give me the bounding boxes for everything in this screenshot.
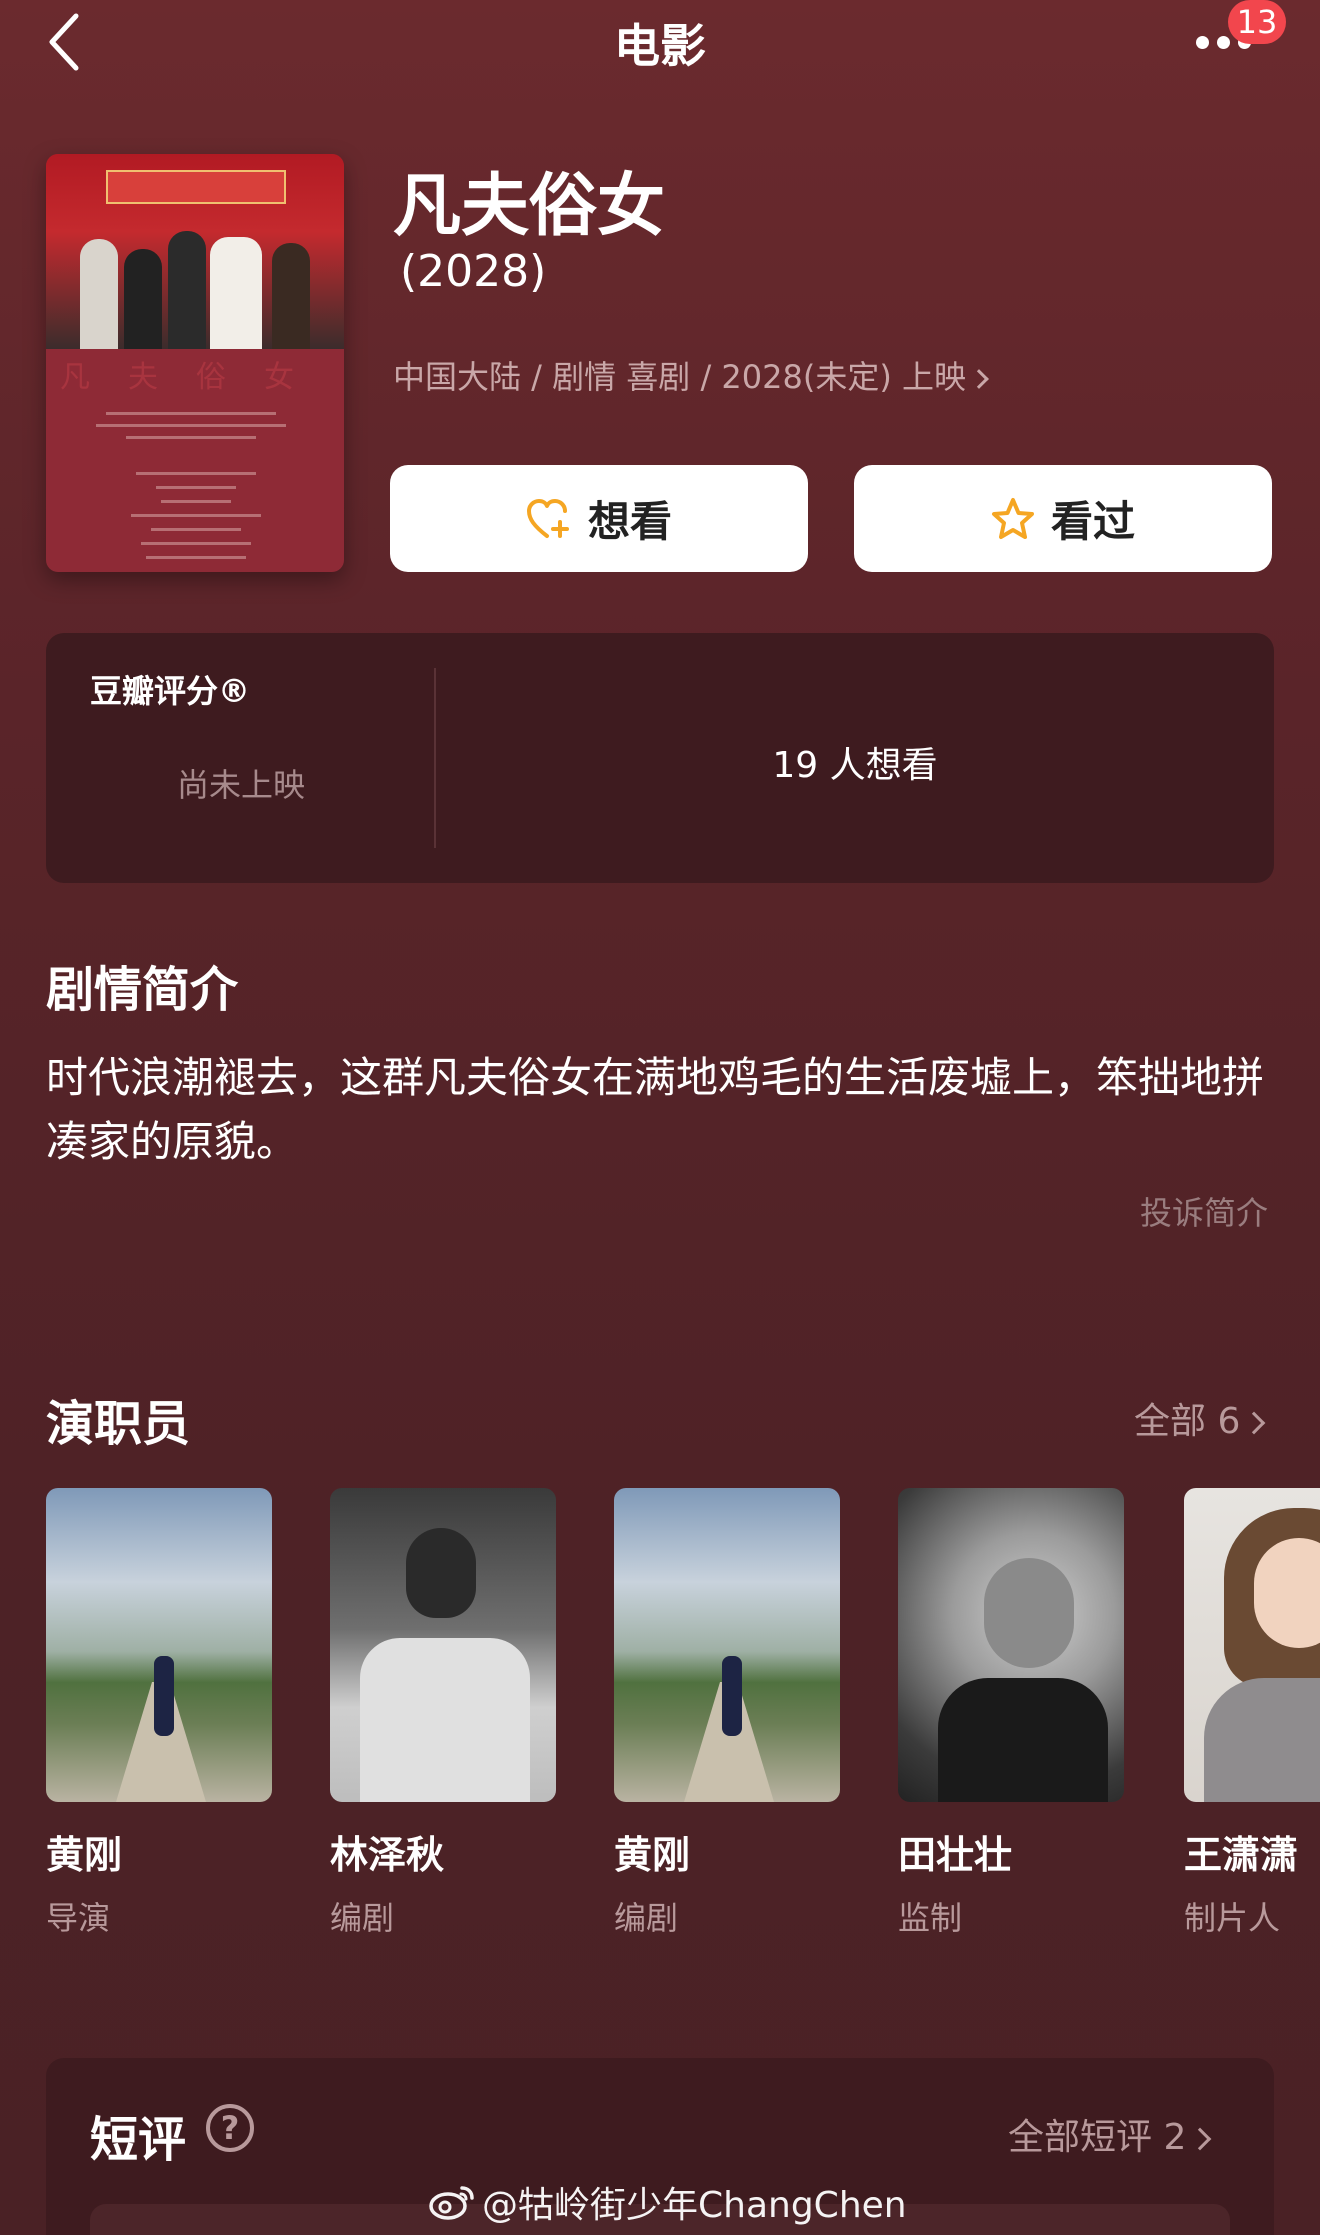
cast-role: 编剧 [614,1899,679,1937]
want-to-watch-label: 想看 [587,497,672,546]
movie-meta-info[interactable]: 中国大陆 / 剧情 喜剧 / 2028(未定) 上映 [393,352,989,398]
cast-name: 田壮壮 [898,1833,1013,1877]
chevron-right-icon [969,369,989,389]
weibo-logo-icon [429,2186,474,2220]
cast-photo [46,1488,272,1802]
cast-name: 林泽秋 [330,1833,445,1877]
movie-title: 凡夫俗女 [393,167,666,246]
chevron-right-icon [1243,1411,1266,1435]
watermark: @牯岭街少年ChangChen [428,2176,907,2228]
movie-meta-text: 中国大陆 / 剧情 喜剧 / 2028(未定) 上映 [393,358,967,396]
report-synopsis-link[interactable]: 投诉简介 [1140,1188,1268,1234]
chevron-right-icon [1189,2127,1212,2151]
cast-role: 导演 [46,1899,111,1937]
watermark-text: @牯岭街少年ChangChen [482,2185,907,2226]
cast-name: 黄刚 [614,1833,691,1877]
cast-member-card[interactable]: 林泽秋 编剧 [330,1488,556,1939]
cast-member-card[interactable]: 黄刚 编剧 [614,1488,840,1939]
synopsis-heading: 剧情简介 [46,962,239,1018]
movie-poster[interactable]: 凡 夫 俗 女 [46,154,344,572]
star-icon [991,497,1034,539]
cast-photo [1184,1488,1320,1802]
watched-button[interactable]: 看过 [854,465,1272,572]
want-to-watch-button[interactable]: 想看 [390,465,808,572]
cast-name: 黄刚 [46,1833,123,1877]
heart-plus-icon [526,498,569,538]
cast-role: 监制 [898,1899,963,1937]
poster-title-text: 凡 夫 俗 女 [60,360,298,395]
synopsis-text: 时代浪潮褪去，这群凡夫俗女在满地鸡毛的生活废墟上，笨拙地拼凑家的原貌。 [46,1053,1265,1166]
rating-status: 尚未上映 [176,766,305,804]
want-count: 19 人想看 [772,745,938,786]
poster-photo [46,154,344,349]
page-title: 电影 [614,19,706,73]
notification-badge: 13 [1228,0,1286,44]
help-icon[interactable]: ? [206,2104,254,2152]
douban-rating-label: 豆瓣评分® [90,672,251,710]
cast-member-card[interactable]: 田壮壮 监制 [898,1488,1124,1939]
cast-photo [614,1488,840,1802]
cast-heading: 演职员 [46,1396,191,1452]
movie-year: (2028) [400,246,547,297]
all-reviews-label: 全部短评 2 [1008,2117,1187,2158]
cast-member-card[interactable]: 王潇潇 制片人 [1184,1488,1320,1939]
watched-label: 看过 [1050,497,1135,546]
cast-member-card[interactable]: 黄刚 导演 [46,1488,272,1939]
cast-photo [330,1488,556,1802]
short-review-heading: 短评 [90,2112,187,2168]
cast-view-all-link[interactable]: 全部 6 [1134,1392,1266,1444]
cast-view-all-label: 全部 6 [1134,1401,1241,1442]
cast-role: 编剧 [330,1899,395,1937]
cast-role: 制片人 [1184,1899,1281,1937]
all-reviews-link[interactable]: 全部短评 2 [1008,2108,1212,2160]
cast-name: 王潇潇 [1184,1833,1299,1877]
cast-photo [898,1488,1124,1802]
